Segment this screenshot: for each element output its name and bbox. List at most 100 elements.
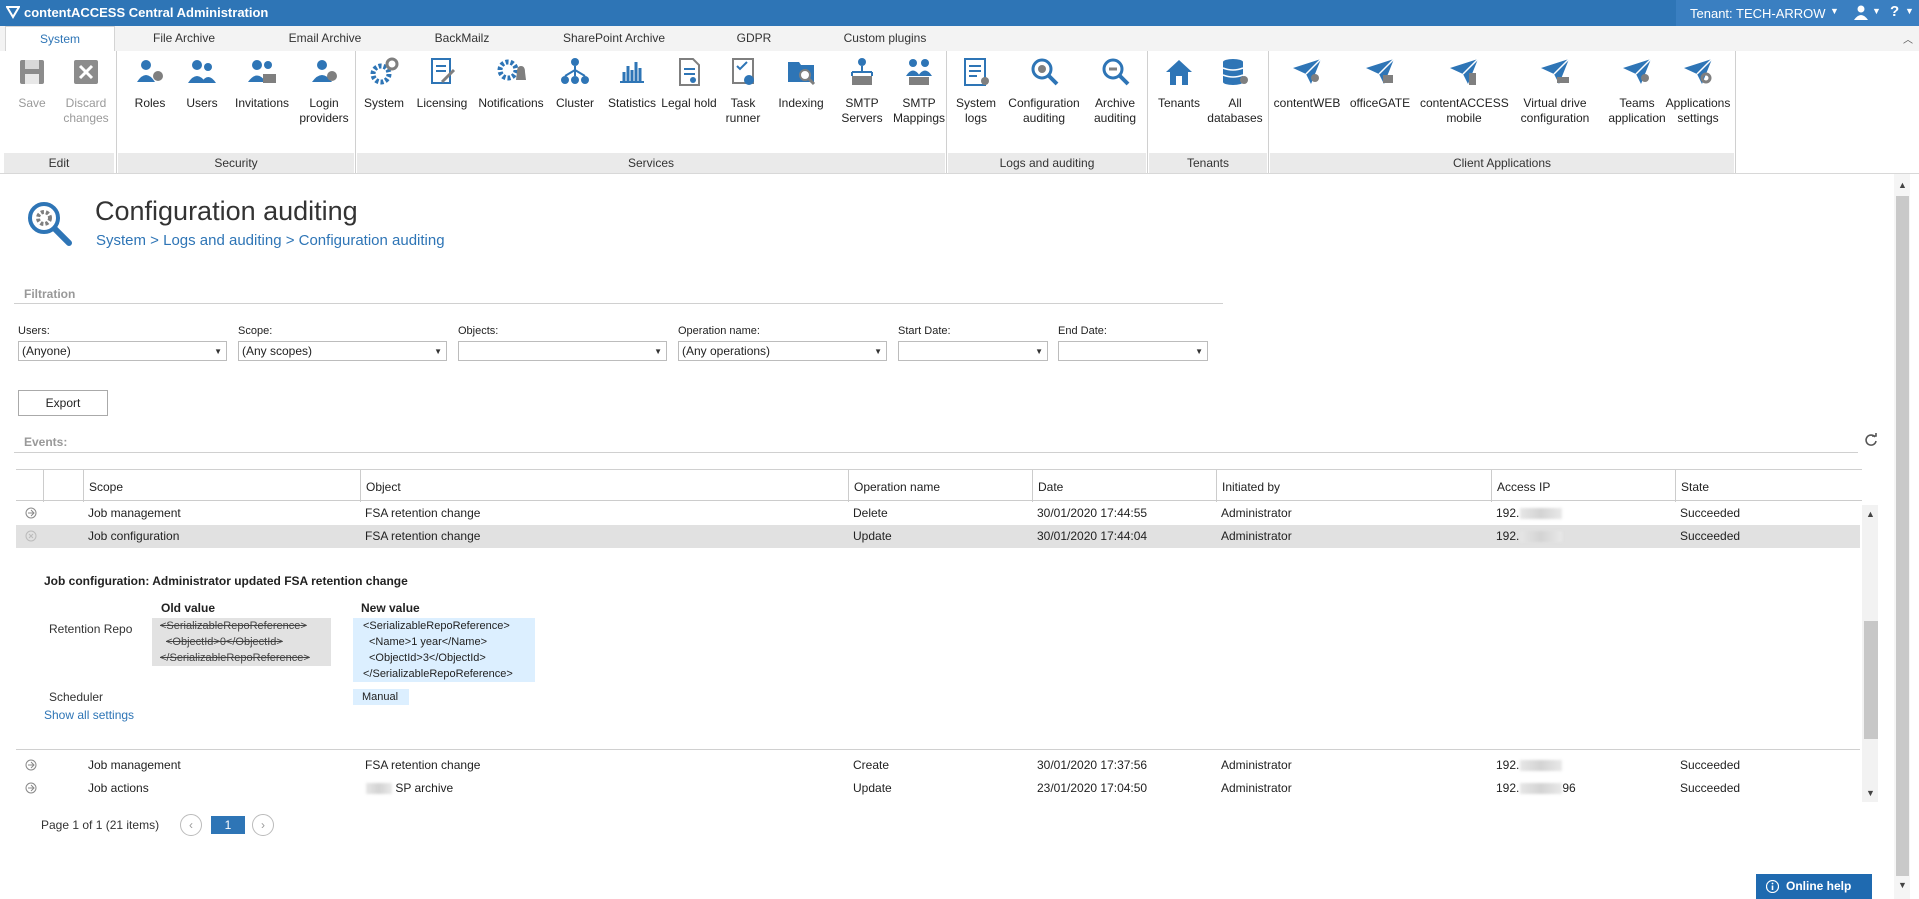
show-all-settings-link[interactable]: Show all settings (44, 708, 134, 722)
contentaccess-mobile-button[interactable]: contentACCESS mobile (1420, 56, 1509, 148)
archive-auditing-button[interactable]: Archive auditing (1090, 56, 1140, 148)
indexing-button[interactable]: Indexing (773, 56, 829, 148)
cell-scope: Job configuration (88, 529, 180, 543)
system-logs-button[interactable]: System logs (954, 56, 998, 148)
start-date-label: Start Date: (898, 325, 951, 337)
tab-gdpr[interactable]: GDPR (728, 26, 780, 51)
users-label: Users (186, 96, 218, 110)
refresh-icon[interactable] (1864, 433, 1878, 447)
export-button[interactable]: Export (18, 390, 108, 416)
tenant-caret-icon[interactable]: ▼ (1830, 6, 1839, 16)
ribbon-group-edit: Save Discard changes Edit (4, 51, 114, 173)
ip-prefix: 192. (1496, 506, 1520, 520)
user-icon[interactable] (1853, 4, 1869, 20)
indexing-label: Indexing (778, 96, 824, 110)
system-logs-label: System logs (955, 96, 996, 125)
tenants-button[interactable]: Tenants (1157, 56, 1201, 148)
save-button[interactable]: Save (12, 56, 52, 148)
table-row[interactable]: Job management FSA retention change Crea… (16, 754, 1860, 777)
virtual-drive-configuration-button[interactable]: Virtual drive configuration (1512, 56, 1598, 148)
gear-icon (370, 57, 399, 85)
expand-row-icon[interactable] (25, 507, 37, 519)
table-row[interactable]: Job management FSA retention change Dele… (16, 502, 1860, 525)
scroll-down-icon[interactable]: ▼ (1866, 788, 1875, 798)
cell-object: SP archive (360, 777, 848, 800)
column-header-access-ip[interactable]: Access IP (1491, 470, 1675, 502)
system-button[interactable]: System (362, 56, 406, 148)
smtp-mappings-button[interactable]: SMTP Mappings (893, 56, 945, 148)
officegate-label: officeGATE (1349, 96, 1411, 110)
group-label-security: Security (118, 153, 354, 173)
expand-row-icon[interactable] (25, 782, 37, 794)
column-header-scope[interactable]: Scope (83, 470, 360, 502)
discard-changes-button[interactable]: Discard changes (60, 56, 112, 148)
licensing-button[interactable]: Licensing (414, 56, 470, 148)
roles-button[interactable]: Roles (128, 56, 172, 148)
task-runner-label: Task runner (725, 96, 761, 125)
contentweb-button[interactable]: contentWEB (1274, 56, 1340, 148)
scroll-up-icon[interactable]: ▲ (1866, 509, 1875, 519)
users-button[interactable]: Users (180, 56, 224, 148)
scope-filter-select[interactable]: (Any scopes) ▼ (238, 341, 447, 361)
collapse-ribbon-icon[interactable]: ︿ (1903, 31, 1913, 46)
table-row[interactable]: Job actions SP archive Update 23/01/2020… (16, 777, 1860, 800)
invitations-button[interactable]: Invitations (232, 56, 292, 148)
current-page-button[interactable]: 1 (211, 816, 245, 834)
help-icon[interactable]: ? (1890, 3, 1899, 20)
ribbon-divider (1147, 51, 1148, 173)
tab-backmailz[interactable]: BackMailz (412, 26, 512, 51)
notifications-button[interactable]: Notifications (478, 56, 544, 148)
column-header-operation[interactable]: Operation name (848, 470, 1032, 502)
page-scroll-down-icon[interactable]: ▼ (1898, 880, 1907, 890)
grid-scrollbar-thumb[interactable] (1864, 621, 1878, 739)
objects-filter-select[interactable]: ▼ (458, 341, 667, 361)
online-help-button[interactable]: Online help (1756, 874, 1872, 899)
old-value-line: </SerializableRepoReference> (160, 652, 310, 664)
officegate-button[interactable]: officeGATE (1350, 56, 1410, 148)
page-scroll-up-icon[interactable]: ▲ (1898, 180, 1907, 190)
events-section-label: Events: (24, 435, 68, 449)
cell-object: FSA retention change (365, 506, 481, 520)
legal-hold-button[interactable]: Legal hold (661, 56, 717, 148)
configuration-auditing-page-icon (28, 202, 72, 246)
previous-page-button[interactable]: ‹ (180, 814, 202, 836)
help-caret-icon[interactable]: ▼ (1905, 6, 1914, 16)
next-page-button[interactable]: › (252, 814, 274, 836)
page-scrollbar[interactable]: ▲ ▼ (1894, 174, 1910, 899)
cell-operation: Create (853, 758, 890, 772)
column-header-state[interactable]: State (1675, 470, 1860, 502)
smtp-servers-button[interactable]: SMTP Servers (837, 56, 887, 148)
users-filter-select[interactable]: (Anyone) ▼ (18, 341, 227, 361)
tab-system[interactable]: System (5, 26, 115, 52)
end-date-picker[interactable]: ▼ (1058, 341, 1208, 361)
page-scrollbar-thumb[interactable] (1896, 196, 1909, 876)
operation-filter-select[interactable]: (Any operations) ▼ (678, 341, 887, 361)
start-date-picker[interactable]: ▼ (898, 341, 1048, 361)
column-header-date[interactable]: Date (1032, 470, 1216, 502)
expand-row-icon[interactable] (25, 759, 37, 771)
cluster-button[interactable]: Cluster (553, 56, 597, 148)
user-caret-icon[interactable]: ▼ (1872, 6, 1881, 16)
all-databases-button[interactable]: All databases (1207, 56, 1263, 148)
breadcrumb[interactable]: System > Logs and auditing > Configurati… (96, 232, 445, 249)
old-value-box: <SerializableRepoReference> <ObjectId>0<… (152, 618, 331, 666)
column-header-initiated-by[interactable]: Initiated by (1216, 470, 1491, 502)
operation-filter-value: (Any operations) (682, 344, 771, 358)
tab-email-archive[interactable]: Email Archive (266, 26, 384, 51)
statistics-button[interactable]: Statistics (605, 56, 659, 148)
tenant-selector[interactable]: Tenant: TECH-ARROW (1690, 6, 1826, 21)
applications-settings-button[interactable]: Applications settings (1660, 56, 1736, 148)
tab-file-archive[interactable]: File Archive (128, 26, 240, 51)
table-row-selected[interactable]: Job configuration FSA retention change U… (16, 525, 1860, 548)
ribbon-divider (355, 51, 356, 173)
tab-sharepoint-archive[interactable]: SharePoint Archive (548, 26, 680, 51)
configuration-auditing-button[interactable]: Configuration auditing (1008, 56, 1080, 148)
ribbon: Save Discard changes Edit Roles Users In… (0, 51, 1919, 174)
collapse-row-icon[interactable] (25, 530, 37, 542)
login-providers-button[interactable]: Login providers (298, 56, 350, 148)
cell-initiated-by: Administrator (1221, 506, 1292, 520)
tab-custom-plugins[interactable]: Custom plugins (832, 26, 938, 51)
column-header-object[interactable]: Object (360, 470, 848, 502)
task-runner-button[interactable]: Task runner (721, 56, 765, 148)
grid-scrollbar[interactable]: ▲ ▼ (1862, 505, 1878, 802)
